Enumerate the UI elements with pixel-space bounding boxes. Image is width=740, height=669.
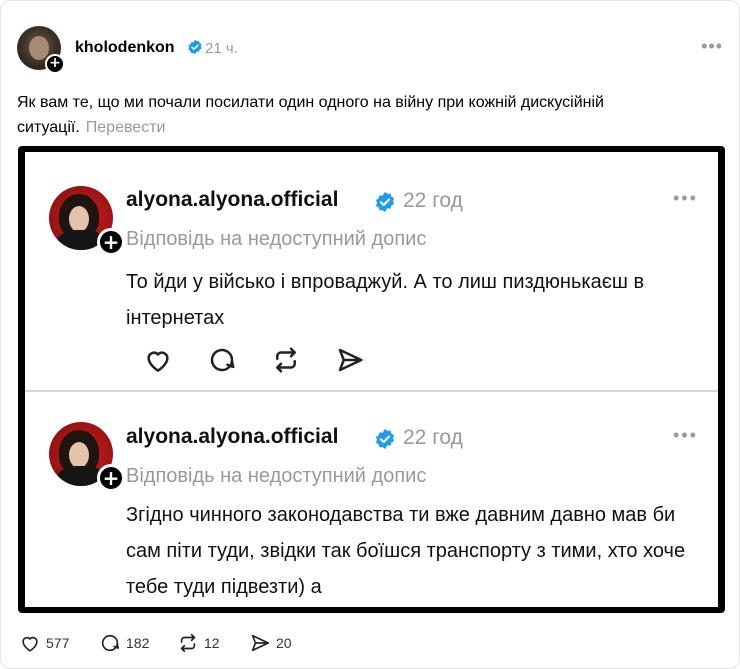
more-icon[interactable]: ••• — [701, 36, 723, 57]
more-icon: ••• — [673, 188, 698, 208]
share-button[interactable]: 20 — [249, 630, 292, 656]
verified-badge-icon — [375, 428, 395, 450]
comment-icon — [101, 634, 120, 652]
comment-button[interactable]: 182 — [99, 630, 149, 656]
follow-plus-icon[interactable]: + — [45, 54, 65, 74]
embedded-reply: + alyona.alyona.official 22 год ••• Відп… — [25, 152, 718, 390]
repost-count: 12 — [204, 635, 220, 651]
post-timestamp: 21 ч. — [205, 40, 238, 57]
heart-icon — [22, 636, 38, 652]
reply-username: alyona.alyona.official — [126, 425, 339, 448]
translate-link[interactable]: Перевести — [86, 119, 166, 136]
repost-button[interactable]: 12 — [177, 630, 220, 656]
like-button[interactable]: 577 — [19, 630, 69, 656]
embedded-screenshot[interactable]: + alyona.alyona.official 22 год ••• Відп… — [18, 146, 725, 613]
like-count: 577 — [46, 635, 70, 651]
share-count: 20 — [276, 635, 292, 651]
comment-icon — [210, 348, 235, 372]
heart-icon — [147, 351, 169, 372]
verified-badge-icon — [188, 39, 202, 55]
reply-username: alyona.alyona.official — [126, 188, 339, 211]
reply-timestamp: 22 год — [403, 426, 463, 449]
post-body: Як вам те, що ми почали посилати один од… — [17, 90, 717, 140]
verified-badge-icon — [375, 191, 395, 213]
post-card: + kholodenkon 21 ч. ••• Як вам те, що ми… — [0, 0, 740, 669]
repost-icon — [180, 633, 196, 653]
reply-timestamp: 22 год — [403, 189, 463, 212]
author-username[interactable]: kholodenkon — [75, 39, 175, 57]
repost-icon — [276, 347, 296, 373]
reply-text: Згідно чинного законодавства ти вже давн… — [126, 504, 686, 598]
more-icon: ••• — [673, 425, 698, 445]
avatar-face — [29, 36, 49, 60]
embedded-screenshot-content: + alyona.alyona.official 22 год ••• Відп… — [25, 152, 718, 607]
embedded-reply: + alyona.alyona.official 22 год ••• Відп… — [25, 392, 718, 607]
share-icon — [338, 348, 363, 372]
reply-subtitle: Відповідь на недоступний допис — [126, 228, 427, 250]
reply-text: То йди у військо і впроваджуй. А то лиш … — [126, 271, 645, 329]
reply-subtitle: Відповідь на недоступний допис — [126, 465, 427, 487]
comment-count: 182 — [126, 635, 150, 651]
follow-plus-icon: + — [97, 464, 125, 492]
post-header: + kholodenkon 21 ч. ••• — [17, 26, 727, 74]
post-actions: 577 182 12 20 — [19, 630, 719, 656]
follow-plus-icon: + — [97, 228, 125, 256]
share-icon — [251, 634, 270, 652]
